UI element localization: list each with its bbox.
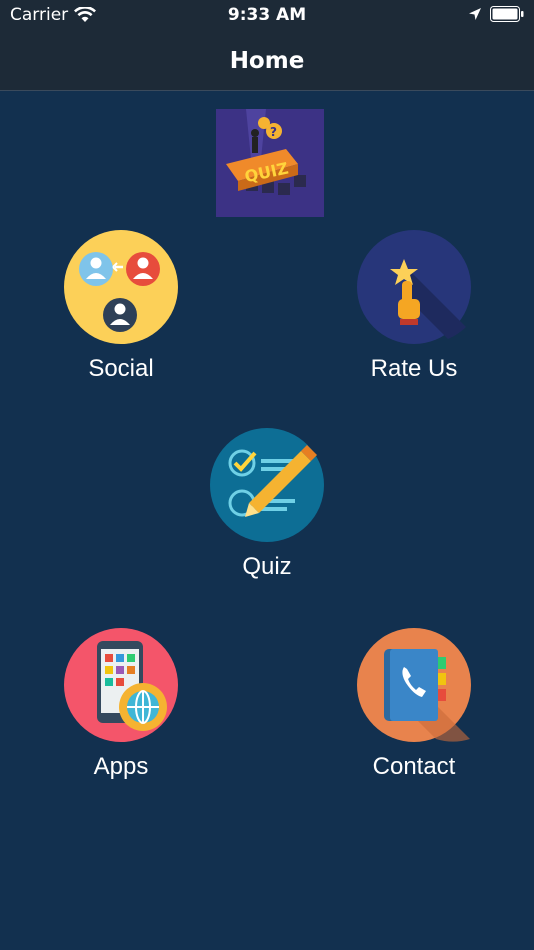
apps-button[interactable]: Apps [41,627,201,781]
battery-icon [490,6,524,22]
apps-label: Apps [93,753,149,780]
status-time: 9:33 AM [227,5,307,25]
navigation-bar: Home [0,32,534,91]
quiz-label: Quiz [242,553,292,580]
quiz-button[interactable]: Quiz [187,427,347,581]
contact-label: Contact [372,753,456,780]
status-bar: Carrier 9:33 AM [0,0,534,32]
contact-icon [357,628,471,742]
contact-button[interactable]: Contact [334,627,494,781]
quiz-logo-image: QUIZ ? [216,109,324,217]
page-title: Home [229,48,305,74]
apps-icon [64,628,178,742]
rate-us-label: Rate Us [370,355,458,382]
quiz-icon [210,428,324,542]
social-icon [64,230,178,344]
rate-us-button[interactable]: Rate Us [334,229,494,383]
rate-us-icon [357,230,471,344]
social-button[interactable]: Social [41,229,201,383]
social-label: Social [88,355,154,382]
location-arrow-icon [469,8,481,20]
quiz-logo-icon: QUIZ ? [216,109,324,217]
svg-text:?: ? [270,125,277,139]
status-right [468,6,524,22]
